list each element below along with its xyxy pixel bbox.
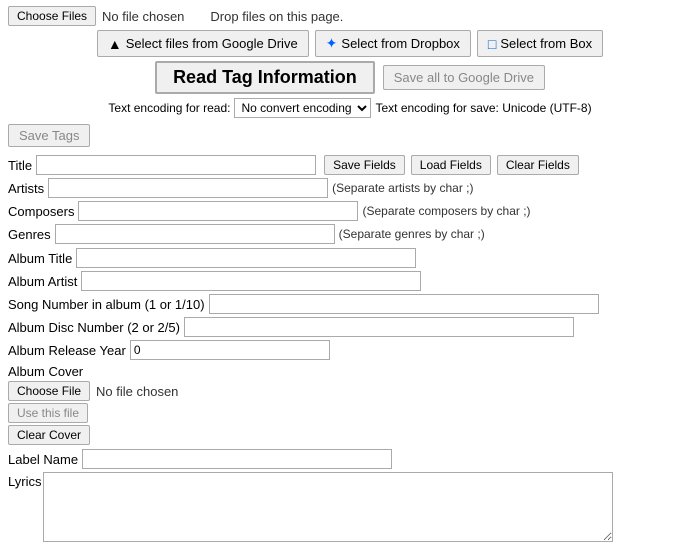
lyrics-label: Lyrics: [8, 472, 41, 489]
lyrics-textarea[interactable]: [43, 472, 613, 542]
artists-hint: (Separate artists by char ;): [332, 181, 473, 195]
encoding-save-label: Text encoding for save: Unicode (UTF-8): [375, 101, 591, 115]
label-name-input[interactable]: [82, 449, 392, 469]
google-drive-button[interactable]: ▲ Select files from Google Drive: [97, 30, 309, 57]
album-title-input[interactable]: [76, 248, 416, 268]
cover-no-file-text: No file chosen: [96, 384, 178, 399]
album-artist-row: Album Artist: [8, 271, 692, 291]
title-label: Title: [8, 158, 32, 173]
clear-fields-button[interactable]: Clear Fields: [497, 155, 579, 175]
title-buttons: Save Fields Load Fields Clear Fields: [320, 155, 579, 175]
load-fields-button[interactable]: Load Fields: [411, 155, 491, 175]
title-row: Title Save Fields Load Fields Clear Fiel…: [8, 155, 692, 175]
save-all-google-drive-button[interactable]: Save all to Google Drive: [383, 65, 545, 90]
artists-label: Artists: [8, 181, 44, 196]
album-disc-input[interactable]: [184, 317, 574, 337]
composers-hint: (Separate composers by char ;): [362, 204, 530, 218]
box-button[interactable]: □ Select from Box: [477, 30, 603, 57]
read-tag-row: Read Tag Information Save all to Google …: [8, 61, 692, 94]
song-number-label: Song Number in album (1 or 1/10): [8, 297, 205, 312]
box-label: Select from Box: [500, 36, 592, 51]
album-year-input[interactable]: [130, 340, 330, 360]
choose-file-cover-button[interactable]: Choose File: [8, 381, 90, 401]
label-name-label: Label Name: [8, 452, 78, 467]
lyrics-row: Lyrics: [8, 472, 692, 542]
album-cover-label: Album Cover: [8, 364, 692, 379]
genres-input[interactable]: [55, 224, 335, 244]
album-cover-section: Album Cover Choose File No file chosen U…: [8, 364, 692, 445]
artists-input[interactable]: [48, 178, 328, 198]
google-drive-icon: ▲: [108, 36, 122, 52]
dropbox-icon: ✦: [326, 35, 338, 52]
choose-files-button[interactable]: Choose Files: [8, 6, 96, 26]
save-tags-row: Save Tags: [8, 124, 692, 147]
file-chooser-row: Choose Files No file chosen Drop files o…: [8, 6, 692, 26]
album-title-row: Album Title: [8, 248, 692, 268]
cover-file-row: Choose File No file chosen: [8, 381, 692, 401]
dropbox-button[interactable]: ✦ Select from Dropbox: [315, 30, 471, 57]
album-title-label: Album Title: [8, 251, 72, 266]
title-input[interactable]: [36, 155, 316, 175]
label-name-row: Label Name: [8, 449, 692, 469]
encoding-read-label: Text encoding for read:: [108, 101, 230, 115]
genres-hint: (Separate genres by char ;): [339, 227, 485, 241]
google-drive-label: Select files from Google Drive: [126, 36, 298, 51]
album-artist-input[interactable]: [81, 271, 421, 291]
album-artist-label: Album Artist: [8, 274, 77, 289]
read-tag-button[interactable]: Read Tag Information: [155, 61, 375, 94]
use-this-file-button[interactable]: Use this file: [8, 403, 88, 423]
album-disc-row: Album Disc Number (2 or 2/5): [8, 317, 692, 337]
album-year-label: Album Release Year: [8, 343, 126, 358]
save-tags-button[interactable]: Save Tags: [8, 124, 90, 147]
dropbox-label: Select from Dropbox: [341, 36, 460, 51]
cloud-buttons-row: ▲ Select files from Google Drive ✦ Selec…: [8, 30, 692, 57]
album-year-row: Album Release Year: [8, 340, 692, 360]
artists-row: Artists (Separate artists by char ;): [8, 178, 692, 198]
encoding-row: Text encoding for read: No convert encod…: [8, 98, 692, 118]
no-file-chosen-text: No file chosen: [102, 9, 184, 24]
composers-label: Composers: [8, 204, 74, 219]
box-icon: □: [488, 36, 496, 52]
composers-input[interactable]: [78, 201, 358, 221]
drop-files-text: Drop files on this page.: [210, 9, 343, 24]
save-fields-button[interactable]: Save Fields: [324, 155, 405, 175]
composers-row: Composers (Separate composers by char ;): [8, 201, 692, 221]
song-number-input[interactable]: [209, 294, 599, 314]
clear-cover-button[interactable]: Clear Cover: [8, 425, 90, 445]
song-number-row: Song Number in album (1 or 1/10): [8, 294, 692, 314]
genres-row: Genres (Separate genres by char ;): [8, 224, 692, 244]
album-disc-label: Album Disc Number (2 or 2/5): [8, 320, 180, 335]
encoding-select[interactable]: No convert encoding UTF-8 ISO-8859-1 Shi…: [234, 98, 371, 118]
genres-label: Genres: [8, 227, 51, 242]
